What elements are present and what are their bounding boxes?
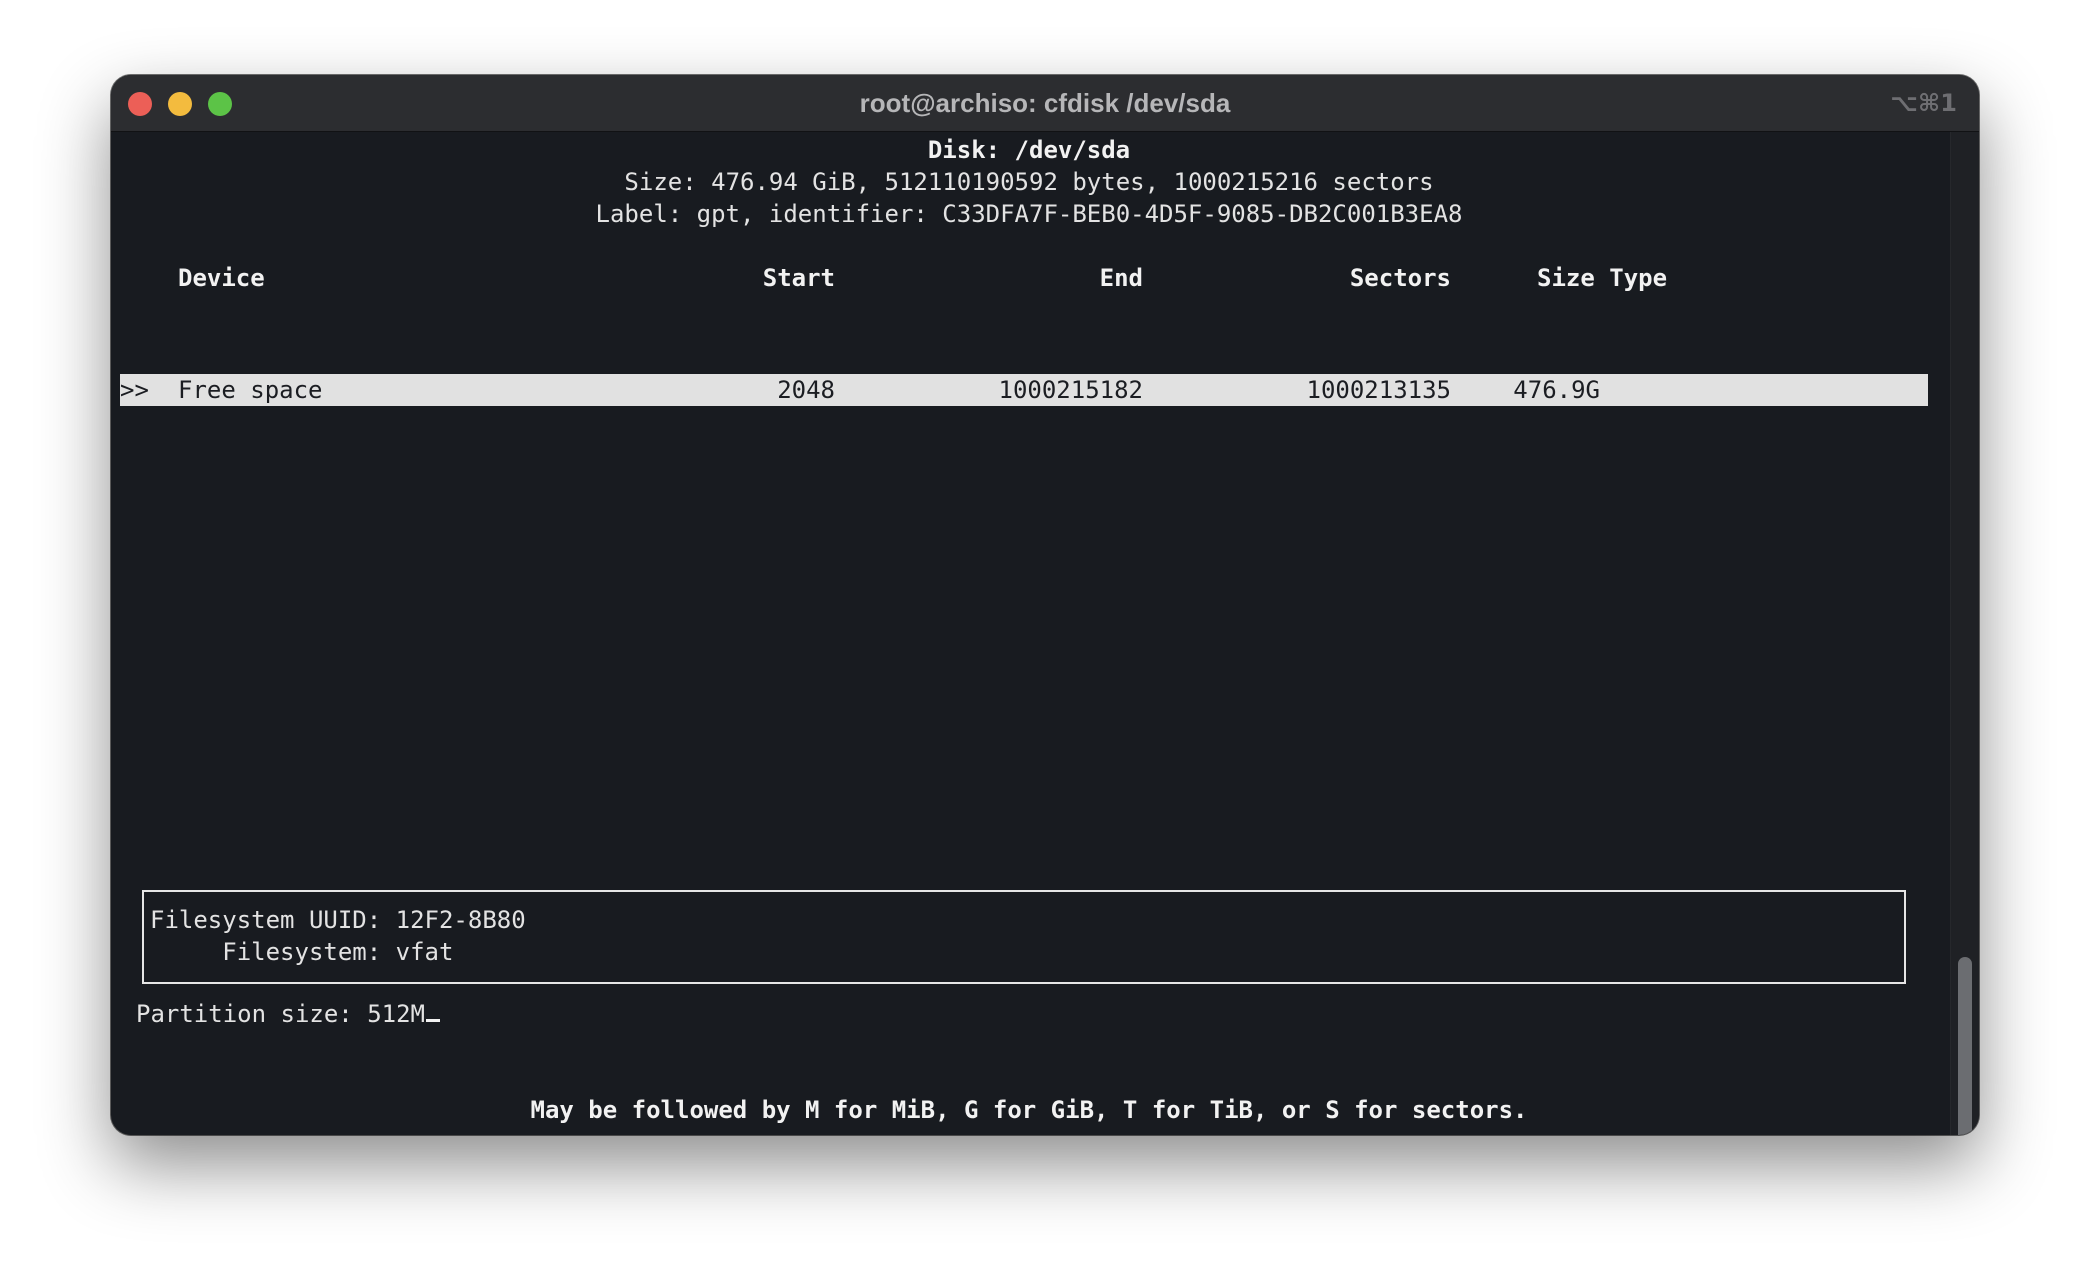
row-device: Free space [178,376,323,404]
filesystem-info-box: Filesystem UUID: 12F2-8B80 Filesystem: v… [142,890,1906,984]
row-selection-marker: >> [120,376,149,404]
filesystem-type: Filesystem: vfat [150,938,454,966]
partition-size-input[interactable]: 512M [367,1000,425,1028]
filesystem-uuid: Filesystem UUID: 12F2-8B80 [150,906,526,934]
window-shortcut-label: ⌥⌘1 [1890,89,1957,117]
row-size: 476.9G [1513,376,1600,404]
disk-size-line: Size: 476.94 GiB, 512110190592 bytes, 10… [624,168,1434,196]
disk-label-line: Label: gpt, identifier: C33DFA7F-BEB0-4D… [595,200,1463,228]
row-sectors: 1000213135 [1306,376,1452,404]
header-sectors: Sectors [1349,264,1451,292]
window-title: root@archiso: cfdisk /dev/sda [859,88,1231,118]
header-size-type: Size Type [1537,264,1668,292]
terminal-content[interactable]: Disk: /dev/sda Size: 476.94 GiB, 5121101… [111,132,1979,1135]
partition-size-prompt[interactable]: Partition size: 512M [136,998,440,1030]
disk-heading: Disk: /dev/sda [927,136,1131,164]
partition-size-label: Partition size: [136,1000,368,1028]
scrollbar-track[interactable] [1950,132,1979,1135]
text-cursor [425,1019,440,1022]
terminal-window: root@archiso: cfdisk /dev/sda ⌥⌘1 Disk: … [111,75,1979,1135]
row-start: 2048 [777,376,835,404]
table-row[interactable]: >> Free space 2048 1000215182 1000213135… [120,374,1928,406]
header-device: Device [178,264,265,292]
header-start: Start [762,264,835,292]
scrollbar-thumb[interactable] [1958,957,1972,1135]
help-hint: May be followed by M for MiB, G for GiB,… [530,1096,1528,1124]
header-end: End [1099,264,1143,292]
row-end: 1000215182 [998,376,1144,404]
title-bar[interactable]: root@archiso: cfdisk /dev/sda ⌥⌘1 [111,75,1979,132]
